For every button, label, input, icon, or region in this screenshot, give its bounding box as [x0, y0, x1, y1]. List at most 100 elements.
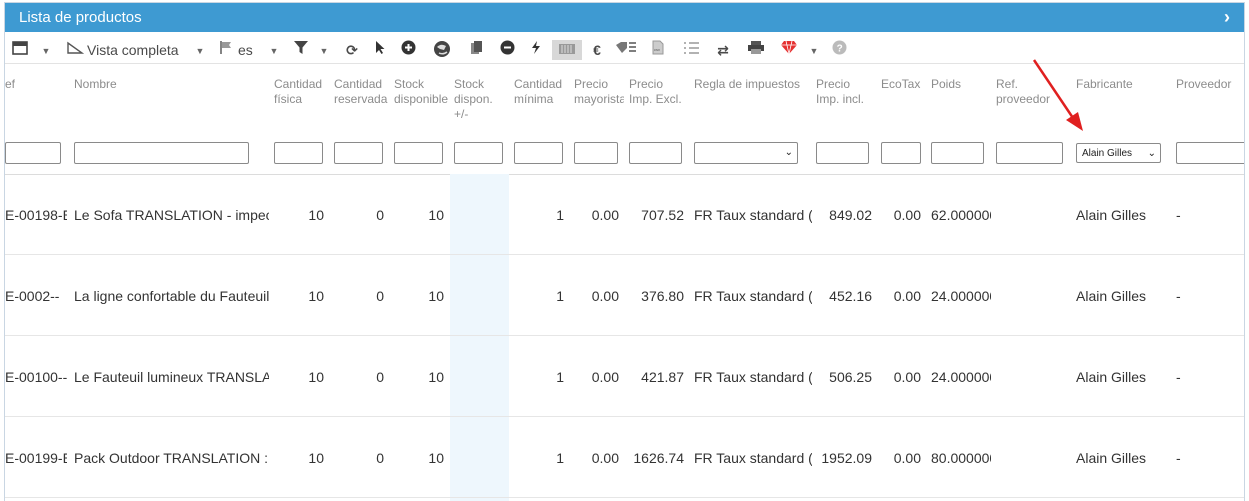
cell-price-incl: 452.16 [829, 288, 872, 304]
cell-supplier: - [1176, 288, 1181, 304]
view-mode-selector[interactable]: Vista completa [87, 40, 185, 60]
cell-ecotax: 0.00 [893, 207, 921, 223]
column-header-stock-diff[interactable]: Stock dispon. +/- [454, 77, 504, 122]
cell-qty-phys: 10 [308, 288, 324, 304]
filter-price-incl-input[interactable] [816, 142, 869, 164]
cell-qty-phys: 10 [308, 207, 324, 223]
dropdown-caret-icon[interactable]: ▼ [318, 41, 330, 61]
filter-supplier-ref-input[interactable] [996, 142, 1063, 164]
grid-layout-icon[interactable] [11, 40, 29, 60]
table-row[interactable]: E-00100-- Le Fauteuil lumineux TRANSLATIO… [5, 336, 1244, 417]
filter-ecotax-input[interactable] [881, 142, 921, 164]
cell-stock-avail: 10 [428, 369, 444, 385]
table-row[interactable]: E-0002-- La ligne confortable du Fauteuil… [5, 255, 1244, 336]
column-header-supplier[interactable]: Proveedor [1176, 77, 1244, 92]
column-header-stock-available[interactable]: Stock disponible [394, 77, 449, 107]
list-icon[interactable] [681, 40, 701, 60]
dropdown-caret-icon[interactable]: ▼ [268, 41, 280, 61]
cell-price-incl: 506.25 [829, 369, 872, 385]
ruler-icon[interactable] [63, 40, 87, 60]
help-icon[interactable]: ? [829, 40, 849, 60]
csv-icon[interactable]: csv [650, 40, 666, 60]
cell-wholesale: 0.00 [591, 450, 619, 466]
cell-qty-res: 0 [376, 288, 384, 304]
table-header: ef Nombre Cantidad física Cantidad reser… [5, 65, 1244, 175]
copy-icon[interactable] [467, 40, 485, 60]
column-header-ref[interactable]: ef [5, 77, 45, 92]
filter-manufacturer-select[interactable]: Alain Gilles ⌄ [1076, 143, 1161, 163]
filter-wholesale-input[interactable] [574, 142, 618, 164]
dropdown-caret-icon[interactable]: ▼ [194, 41, 206, 61]
price-list-icon[interactable] [613, 40, 639, 60]
filter-manufacturer-value: Alain Gilles [1082, 148, 1133, 159]
cell-name: La ligne confortable du Fauteuil [74, 288, 269, 304]
filter-name-input[interactable] [74, 142, 249, 164]
filter-weight-input[interactable] [931, 142, 984, 164]
filter-tax-rule-select[interactable]: ⌄ [694, 142, 798, 164]
cell-tax-rule: FR Taux standard (20%) [694, 288, 812, 304]
cell-min-qty: 1 [556, 207, 564, 223]
column-header-ecotax[interactable]: EcoTax [881, 77, 929, 92]
cell-price-incl: 849.02 [829, 207, 872, 223]
column-header-price-incl[interactable]: Precio Imp. incl. [816, 77, 871, 107]
dropdown-caret-icon[interactable]: ▼ [808, 41, 820, 61]
cell-supplier: - [1176, 207, 1181, 223]
cell-ecotax: 0.00 [893, 369, 921, 385]
filter-qty-phys-input[interactable] [274, 142, 323, 164]
chevron-right-icon[interactable]: › [1224, 3, 1230, 32]
column-header-price-excl[interactable]: Precio Imp. Excl. [629, 77, 687, 107]
cell-stock-avail: 10 [428, 207, 444, 223]
cell-name: Le Fauteuil lumineux TRANSLATION [74, 369, 269, 385]
lightning-icon[interactable] [528, 40, 544, 60]
filter-supplier-input[interactable] [1176, 142, 1244, 164]
chevron-down-icon: ⌄ [1147, 148, 1156, 159]
column-header-qty-reserved[interactable]: Cantidad reservada [334, 77, 389, 107]
pointer-icon[interactable] [372, 40, 388, 60]
column-header-qty-phys[interactable]: Cantidad física [274, 77, 324, 107]
dropdown-caret-icon[interactable]: ▼ [40, 41, 52, 61]
refresh-icon[interactable]: ⟳ [342, 40, 362, 60]
filter-min-qty-input[interactable] [514, 142, 563, 164]
print-icon[interactable] [745, 40, 767, 60]
column-header-min-qty[interactable]: Cantidad mínima [514, 77, 564, 107]
cell-qty-phys: 10 [308, 450, 324, 466]
diamond-icon[interactable] [778, 40, 800, 60]
filter-qty-reserved-input[interactable] [334, 142, 383, 164]
barcode-icon[interactable] [552, 40, 582, 60]
cell-tax-rule: FR Taux standard (20%) [694, 207, 812, 223]
language-selector[interactable]: es [238, 40, 260, 60]
svg-text:?: ? [836, 44, 842, 55]
shuffle-icon[interactable]: ⇄ [712, 40, 734, 60]
cell-min-qty: 1 [556, 288, 564, 304]
cell-supplier: - [1176, 369, 1181, 385]
cell-tax-rule: FR Taux standard (20%) [694, 369, 812, 385]
filter-price-excl-input[interactable] [629, 142, 682, 164]
column-header-manufacturer[interactable]: Fabricante [1076, 77, 1166, 92]
add-circle-icon[interactable] [398, 40, 418, 60]
filter-stock-available-input[interactable] [394, 142, 443, 164]
cell-wholesale: 0.00 [591, 207, 619, 223]
column-header-name[interactable]: Nombre [74, 77, 264, 92]
cell-weight: 24.000000 [931, 288, 991, 304]
filter-stock-diff-input[interactable] [454, 142, 503, 164]
cell-ref: E-00100-- [5, 369, 67, 385]
cell-ecotax: 0.00 [893, 450, 921, 466]
remove-circle-icon[interactable] [497, 40, 517, 60]
column-header-tax-rule[interactable]: Regla de impuestos [694, 77, 812, 92]
column-header-supplier-ref[interactable]: Ref. proveedor [996, 77, 1061, 107]
filter-icon[interactable] [291, 40, 311, 60]
column-header-wholesale-price[interactable]: Precio mayorista [574, 77, 624, 107]
flag-icon[interactable] [216, 40, 236, 60]
euro-icon[interactable]: € [589, 40, 605, 60]
column-header-weight[interactable]: Poids [931, 77, 986, 92]
globe-icon[interactable] [430, 40, 454, 60]
cell-supplier: - [1176, 450, 1181, 466]
filter-ref-input[interactable] [5, 142, 61, 164]
cell-manufacturer: Alain Gilles [1076, 207, 1147, 223]
table-row[interactable]: E-00198-E Le Sofa TRANSLATION - impeccabl… [5, 174, 1244, 255]
table-row[interactable]: E-00199-E Pack Outdoor TRANSLATION : Sofa… [5, 417, 1244, 498]
chevron-down-icon: ⌄ [784, 147, 793, 158]
svg-text:csv: csv [654, 47, 660, 52]
cell-manufacturer: Alain Gilles [1076, 450, 1147, 466]
cell-qty-phys: 10 [308, 369, 324, 385]
